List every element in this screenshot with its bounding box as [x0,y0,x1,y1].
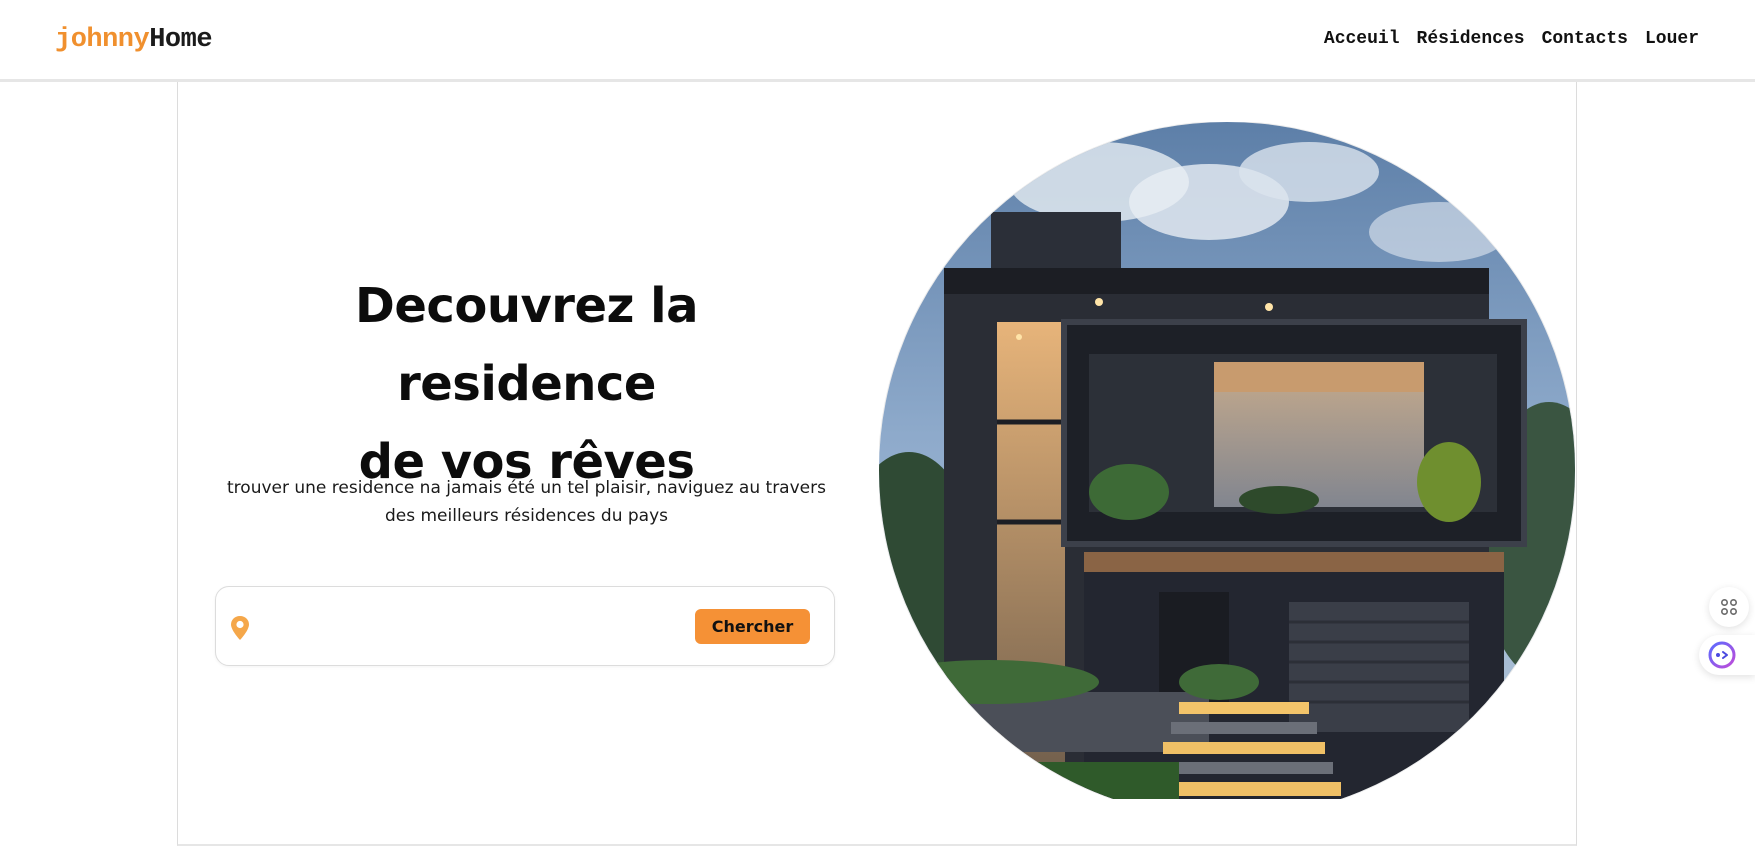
hero-title: Decouvrez la residence de vos rêves [221,267,832,501]
hero-image-frame [879,122,1575,799]
location-search-input[interactable] [260,609,680,645]
command-button[interactable] [1709,587,1749,627]
hero-subtitle: trouver une residence na jamais été un t… [221,474,832,530]
assistant-icon [1708,641,1736,669]
nav-link-contacts[interactable]: Contacts [1542,28,1628,50]
location-pin-icon [231,616,249,640]
hero-title-line1: Decouvrez la residence [354,278,699,412]
search-bar: Chercher [215,586,835,666]
nav-link-residences[interactable]: Résidences [1417,28,1525,50]
search-button[interactable]: Chercher [695,609,810,644]
hero-house-image [879,122,1575,799]
logo-rest: Home [149,25,213,55]
site-header: johnnyHome Acceuil Résidences Contacts L… [0,0,1755,82]
hero-subtitle-line1: trouver une residence na jamais été un t… [227,478,826,498]
logo[interactable]: johnnyHome [55,24,213,56]
main-nav: Acceuil Résidences Contacts Louer [1324,28,1699,50]
nav-link-acceuil[interactable]: Acceuil [1324,28,1400,50]
command-icon [1720,598,1738,616]
logo-accent: johnny [55,25,150,55]
hero-subtitle-line2: des meilleurs résidences du pays [384,506,669,526]
hero-panel: Decouvrez la residence de vos rêves trou… [177,82,1577,846]
nav-link-louer[interactable]: Louer [1645,28,1699,50]
assistant-button[interactable] [1699,635,1755,675]
